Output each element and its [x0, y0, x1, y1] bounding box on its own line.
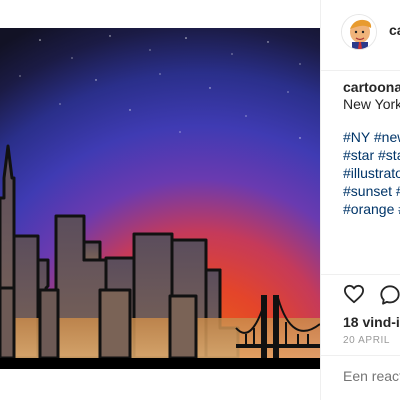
post-date: 20 APRIL [343, 335, 391, 346]
comment-divider [321, 355, 400, 356]
heart-icon[interactable] [343, 284, 365, 304]
hashtag-link[interactable]: #sunset # [343, 182, 400, 200]
post-image[interactable] [0, 0, 320, 400]
actions-divider [321, 274, 400, 275]
caption-username[interactable]: cartoonar [343, 79, 400, 95]
image-top-margin [0, 0, 320, 28]
like-count[interactable]: 18 vind-ik [343, 314, 400, 330]
hashtag-link[interactable]: #illustrato [343, 164, 400, 182]
image-bottom-margin [0, 369, 320, 400]
skyline-illustration [0, 28, 320, 369]
comment-input[interactable] [343, 368, 400, 384]
caption-text: New York, [343, 96, 400, 112]
hashtag-link[interactable]: #star #sta [343, 146, 400, 164]
hashtag-list: #NY #new #star #sta #illustrato #sunset … [343, 128, 400, 218]
post-header: cartoonar [321, 0, 400, 71]
cartoon-avatar-icon[interactable] [341, 14, 377, 50]
comment-bubble-icon[interactable] [379, 284, 400, 306]
post-sidebar: cartoonar cartoonar New York, #NY #new #… [320, 0, 400, 400]
post-username[interactable]: cartoonar [389, 22, 400, 38]
hashtag-link[interactable]: #orange # [343, 200, 400, 218]
hashtag-link[interactable]: #NY #new [343, 128, 400, 146]
